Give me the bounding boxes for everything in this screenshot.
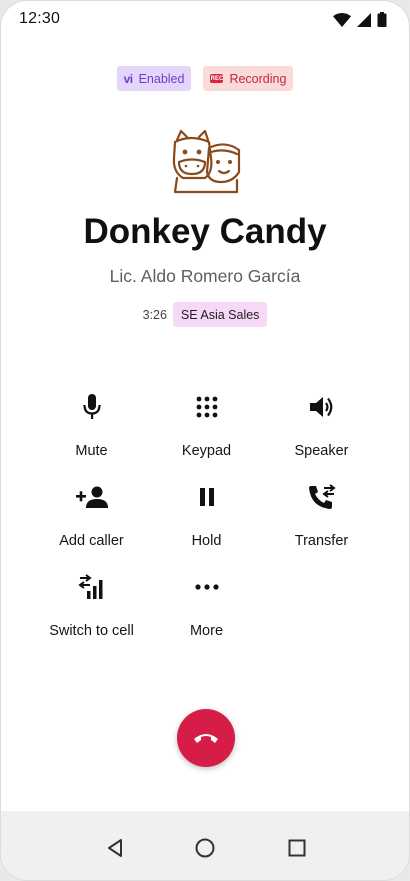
call-timer: 3:26 [142, 307, 167, 322]
navigation-bar [1, 811, 409, 880]
recents-icon [288, 839, 306, 857]
recording-badge: REC Recording [203, 66, 294, 91]
mute-button[interactable]: Mute [34, 391, 149, 471]
queue-badge: SE Asia Sales [172, 302, 268, 327]
keypad-icon [193, 391, 221, 423]
speaker-icon [308, 391, 336, 423]
status-badges: vi Enabled REC Recording [1, 66, 409, 91]
speaker-button[interactable]: Speaker [264, 391, 379, 471]
microphone-icon [78, 391, 106, 423]
transfer-button[interactable]: Transfer [264, 481, 379, 561]
caller-logo [172, 129, 241, 194]
transfer-label: Transfer [294, 533, 349, 549]
add-caller-button[interactable]: Add caller [34, 481, 149, 561]
caller-name: Donkey Candy [83, 212, 327, 251]
status-bar: 12:30 [1, 1, 409, 37]
add-caller-label: Add caller [59, 533, 124, 549]
battery-icon [377, 12, 387, 27]
keypad-button[interactable]: Keypad [149, 391, 264, 471]
status-icons [333, 12, 387, 27]
pause-icon [193, 481, 221, 513]
more-icon [193, 571, 221, 603]
switch-to-cell-button[interactable]: Switch to cell [34, 571, 149, 651]
switch-to-cell-label: Switch to cell [49, 623, 134, 639]
wifi-icon [333, 12, 351, 27]
phone-screen: 12:30 vi Enabled REC Recording Donkey Ca… [1, 1, 409, 880]
more-button[interactable]: More [149, 571, 264, 651]
enabled-badge: vi Enabled [116, 66, 192, 91]
cell-signal-icon [357, 12, 371, 27]
vi-logo-icon: vi [123, 71, 134, 86]
more-label: More [189, 623, 224, 639]
recents-button[interactable] [284, 835, 310, 861]
add-person-icon [74, 481, 110, 513]
enabled-label: Enabled [138, 71, 185, 86]
switch-to-cell-icon [78, 571, 106, 603]
hold-button[interactable]: Hold [149, 481, 264, 561]
status-time: 12:30 [19, 10, 61, 27]
mute-label: Mute [75, 443, 108, 459]
back-button[interactable] [102, 835, 128, 861]
speaker-label: Speaker [294, 443, 349, 459]
end-call-button[interactable] [177, 709, 235, 767]
keypad-label: Keypad [181, 443, 232, 459]
rec-icon: REC [210, 74, 224, 83]
back-icon [108, 839, 122, 857]
home-button[interactable] [192, 835, 218, 861]
hang-up-icon [194, 734, 218, 743]
phone-transfer-icon [308, 481, 336, 513]
hold-label: Hold [191, 533, 222, 549]
recording-label: Recording [229, 71, 287, 86]
home-icon [195, 838, 215, 858]
caller-subtitle: Lic. Aldo Romero García [109, 266, 301, 286]
call-meta: 3:26 SE Asia Sales [1, 302, 409, 327]
